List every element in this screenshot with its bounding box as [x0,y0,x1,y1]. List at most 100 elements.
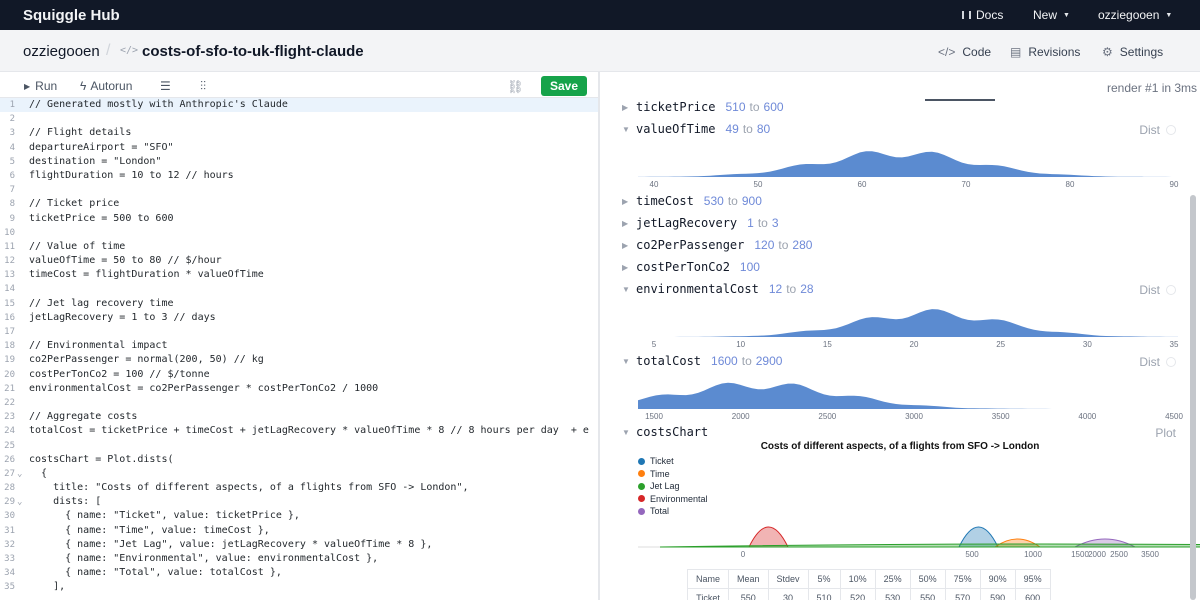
output-scrollbar[interactable] [1190,195,1196,600]
code-line[interactable]: 11 // Value of time [0,240,598,254]
code-line[interactable]: 9 ticketPrice = 500 to 600 [0,212,598,226]
code-line[interactable]: 15 // Jet lag recovery time [0,297,598,311]
user-menu[interactable]: ozziegooen ▼ [1098,0,1172,30]
code-line[interactable]: 19 co2PerPassenger = normal(200, 50) // k… [0,353,598,367]
tab-code[interactable]: </> Code [938,45,991,59]
code-line[interactable]: 6 flightDuration = 10 to 12 // hours [0,169,598,183]
variable-jetLagRecovery[interactable]: ▶ jetLagRecovery 1 to 3 [622,215,779,231]
line-number: 13 [4,270,15,281]
caret-down-icon[interactable]: ▼ [622,125,634,134]
code-line[interactable]: 29 ⌄ dists: [ [0,495,598,509]
code-line[interactable]: 22 [0,396,598,410]
run-button[interactable]: ▶ Run [24,79,57,93]
docs-link[interactable]: Docs [962,0,1003,30]
line-number: 30 [4,511,15,522]
code-line[interactable]: 25 [0,439,598,453]
chevron-down-icon: ▼ [1165,11,1173,19]
share-link-button[interactable]: ⛓ [507,79,524,95]
line-code: dists: [ [29,496,102,508]
new-menu[interactable]: New ▼ [1033,0,1070,30]
axis-tick-label: 50 [754,180,763,189]
code-line[interactable]: 1 // Generated mostly with Anthropic's Cl… [0,98,598,113]
variable-valueOfTime[interactable]: ▼ valueOfTime 49 to 80 [622,121,770,137]
caret-right-icon[interactable]: ▶ [622,197,634,206]
code-line[interactable]: 2 [0,112,598,126]
code-line[interactable]: 31 { name: "Time", value: timeCost }, [0,524,598,538]
line-number: 24 [4,426,15,437]
column-header: Mean [728,569,769,589]
code-line[interactable]: 24 totalCost = ticketPrice + timeCost + j… [0,424,598,438]
variable-name: costPerTonCo2 [636,260,730,274]
variable-totalCost[interactable]: ▼ totalCost 1600 to 2900 [622,353,782,369]
caret-right-icon[interactable]: ▶ [622,241,634,250]
caret-right-icon[interactable]: ▶ [622,263,634,272]
line-number: 7 [9,185,15,196]
caret-down-icon[interactable]: ▼ [622,428,634,437]
code-line[interactable]: 4 departureAirport = "SFO" [0,141,598,155]
legend-item[interactable]: Time [638,468,708,481]
code-line[interactable]: 8 // Ticket price [0,197,598,211]
code-line[interactable]: 35 ], [0,580,598,594]
legend-item[interactable]: Ticket [638,455,708,468]
owner-link[interactable]: ozziegooen [23,43,100,60]
code-line[interactable]: 5 destination = "London" [0,155,598,169]
code-line[interactable]: 12 valueOfTime = 50 to 80 // $/hour [0,254,598,268]
axis-tick-label: 15 [823,340,832,349]
legend-swatch [638,495,645,503]
code-line[interactable]: 30 { name: "Ticket", value: ticketPrice … [0,509,598,523]
variable-type-tag: Dist [1139,123,1176,137]
table-row: Ticket 550 30 510 520 530 550 570 590 600 [686,588,1051,600]
brand-logo[interactable]: Squiggle Hub [23,7,120,24]
code-line[interactable]: 20 costPerTonCo2 = 100 // $/tonne [0,368,598,382]
fold-icon[interactable]: ⌄ [17,495,22,509]
variable-timeCost[interactable]: ▶ timeCost 530 to 900 [622,193,762,209]
tab-label: Revisions [1028,45,1081,59]
code-line[interactable]: 17 [0,325,598,339]
code-line[interactable]: 27 ⌄ { [0,467,598,481]
variable-costPerTonCo2[interactable]: ▶ costPerTonCo2 100 [622,259,760,275]
code-line[interactable]: 13 timeCost = flightDuration * valueOfTim… [0,268,598,282]
code-line[interactable]: 23 // Aggregate costs [0,410,598,424]
code-line[interactable]: 26 costsChart = Plot.dists( [0,453,598,467]
model-header: ozziegooen / </> costs-of-sfo-to-uk-flig… [0,30,1200,101]
code-line[interactable]: 33 { name: "Environmental", value: envir… [0,552,598,566]
code-line[interactable]: 3 // Flight details [0,126,598,140]
variable-costsChart[interactable]: ▼ costsChart [622,424,708,440]
save-button[interactable]: Save [541,76,587,96]
legend-item[interactable]: Jet Lag [638,480,708,493]
variable-environmentalCost[interactable]: ▼ environmentalCost 12 to 28 [622,281,814,297]
legend-item[interactable]: Environmental [638,493,708,506]
fold-icon[interactable]: ⌄ [17,467,22,481]
line-code: jetLagRecovery = 1 to 3 // days [29,311,216,323]
variable-ticketPrice[interactable]: ▶ ticketPrice 510 to 600 [622,99,784,115]
variable-co2PerPassenger[interactable]: ▶ co2PerPassenger 120 to 280 [622,237,812,253]
tab-revisions[interactable]: ▤ Revisions [1010,45,1080,59]
code-line[interactable]: 14 [0,282,598,296]
axis-tick-label: 80 [1066,180,1075,189]
caret-right-icon[interactable]: ▶ [622,219,634,228]
code-editor[interactable]: 1 // Generated mostly with Anthropic's Cl… [0,97,598,600]
format-button[interactable]: ☰ [160,79,171,93]
code-line[interactable]: 18 // Environmental impact [0,339,598,353]
settings-button[interactable]: ⫶⫶ [200,79,206,94]
autorun-toggle[interactable]: ϟ Autorun [80,79,132,93]
line-number: 12 [4,256,15,267]
tab-settings[interactable]: ⚙ Settings [1102,45,1163,59]
circle-icon [1166,357,1176,367]
axis-tick-label: 2000 [732,412,750,421]
axis-tick-label: 70 [962,180,971,189]
code-line[interactable]: 21 environmentalCost = co2PerPassenger * … [0,382,598,396]
caret-down-icon[interactable]: ▼ [622,357,634,366]
gear-icon: ⚙ [1102,45,1113,59]
code-line[interactable]: 28 title: "Costs of different aspects, o… [0,481,598,495]
code-line[interactable]: 16 jetLagRecovery = 1 to 3 // days [0,311,598,325]
caret-down-icon[interactable]: ▼ [622,285,634,294]
code-line[interactable]: 34 { name: "Total", value: totalCost }, [0,566,598,580]
code-line[interactable]: 7 [0,183,598,197]
caret-right-icon[interactable]: ▶ [622,103,634,112]
code-line[interactable]: 32 { name: "Jet Lag", value: jetLagRecov… [0,538,598,552]
code-line[interactable]: 10 [0,226,598,240]
line-code: ], [29,581,66,593]
dist-area [638,382,1178,409]
plot-title: Costs of different aspects, of a flights… [760,441,1040,452]
